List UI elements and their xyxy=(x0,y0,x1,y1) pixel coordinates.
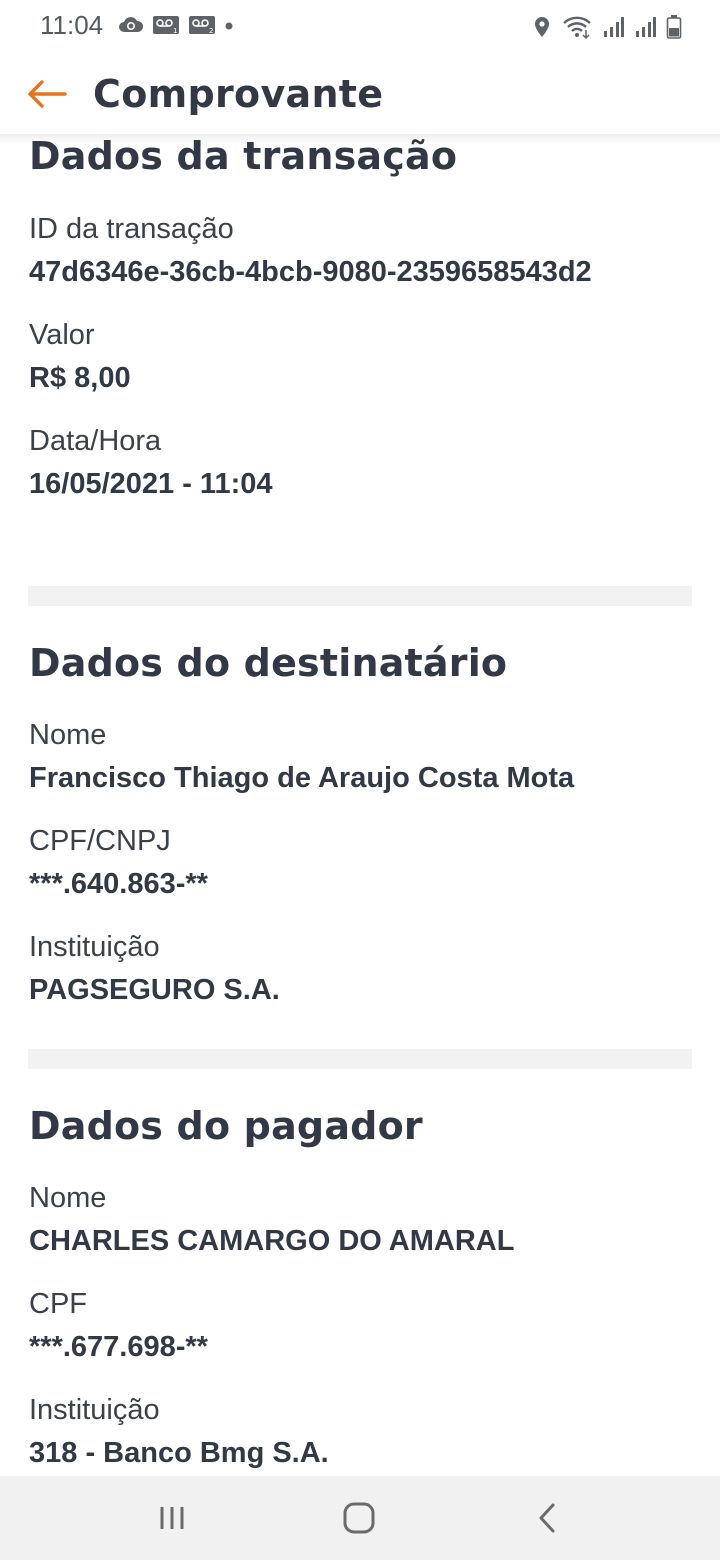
receipt-content[interactable]: Dados da transação ID da transação 47d63… xyxy=(0,134,720,1476)
arrow-left-icon xyxy=(28,80,67,108)
datetime-value: 16/05/2021 - 11:04 xyxy=(29,468,273,500)
recipient-section-title: Dados do destinatário xyxy=(29,641,508,685)
back-button[interactable] xyxy=(26,76,68,112)
section-divider xyxy=(28,1049,692,1069)
svg-text:1: 1 xyxy=(173,27,177,35)
payer-institution-label: Instituição xyxy=(29,1394,160,1426)
transaction-id-label: ID da transação xyxy=(29,213,234,245)
app-bar-shadow xyxy=(0,134,720,144)
recipient-institution-value: PAGSEGURO S.A. xyxy=(29,974,280,1006)
payer-doc-value: ***.677.698-** xyxy=(29,1331,208,1363)
recent-apps-icon xyxy=(160,1507,184,1529)
page-title: Comprovante xyxy=(93,72,384,116)
dot-icon xyxy=(224,14,234,41)
battery-icon xyxy=(666,14,682,45)
location-icon xyxy=(532,15,552,44)
payer-name-label: Nome xyxy=(29,1182,107,1214)
section-divider xyxy=(28,586,692,606)
back-nav-button[interactable] xyxy=(517,1496,577,1540)
transaction-id-value: 47d6346e-36cb-4bcb-9080-2359658543d2 xyxy=(29,256,592,288)
home-button[interactable] xyxy=(329,1496,389,1540)
signal-1-icon xyxy=(602,15,624,44)
back-icon xyxy=(539,1503,555,1533)
recipient-institution-label: Instituição xyxy=(29,931,160,963)
system-icons xyxy=(532,14,682,45)
notification-icons: 1 2 xyxy=(118,14,234,41)
recipient-doc-value: ***.640.863-** xyxy=(29,868,208,900)
amount-label: Valor xyxy=(29,319,95,351)
svg-text:2: 2 xyxy=(209,27,213,35)
wifi-icon xyxy=(562,15,592,44)
recipient-name-label: Nome xyxy=(29,719,107,751)
payer-section-title: Dados do pagador xyxy=(29,1104,423,1148)
app-bar: Comprovante xyxy=(0,54,720,134)
voicemail-2-icon: 2 xyxy=(188,14,216,41)
voicemail-1-icon: 1 xyxy=(152,14,180,41)
home-icon xyxy=(343,1502,375,1534)
status-time: 11:04 xyxy=(40,10,104,40)
recent-apps-button[interactable] xyxy=(142,1496,202,1540)
payer-name-value: CHARLES CAMARGO DO AMARAL xyxy=(29,1225,515,1257)
payer-doc-label: CPF xyxy=(29,1288,87,1320)
navigation-bar xyxy=(0,1476,720,1560)
status-bar: 11:04 1 2 xyxy=(0,0,720,54)
signal-2-icon xyxy=(634,15,656,44)
recipient-name-value: Francisco Thiago de Araujo Costa Mota xyxy=(29,762,575,794)
payer-institution-value: 318 - Banco Bmg S.A. xyxy=(29,1437,329,1469)
datetime-label: Data/Hora xyxy=(29,425,162,457)
sync-cloud-icon xyxy=(118,14,144,41)
amount-value: R$ 8,00 xyxy=(29,362,131,394)
recipient-doc-label: CPF/CNPJ xyxy=(29,825,171,857)
